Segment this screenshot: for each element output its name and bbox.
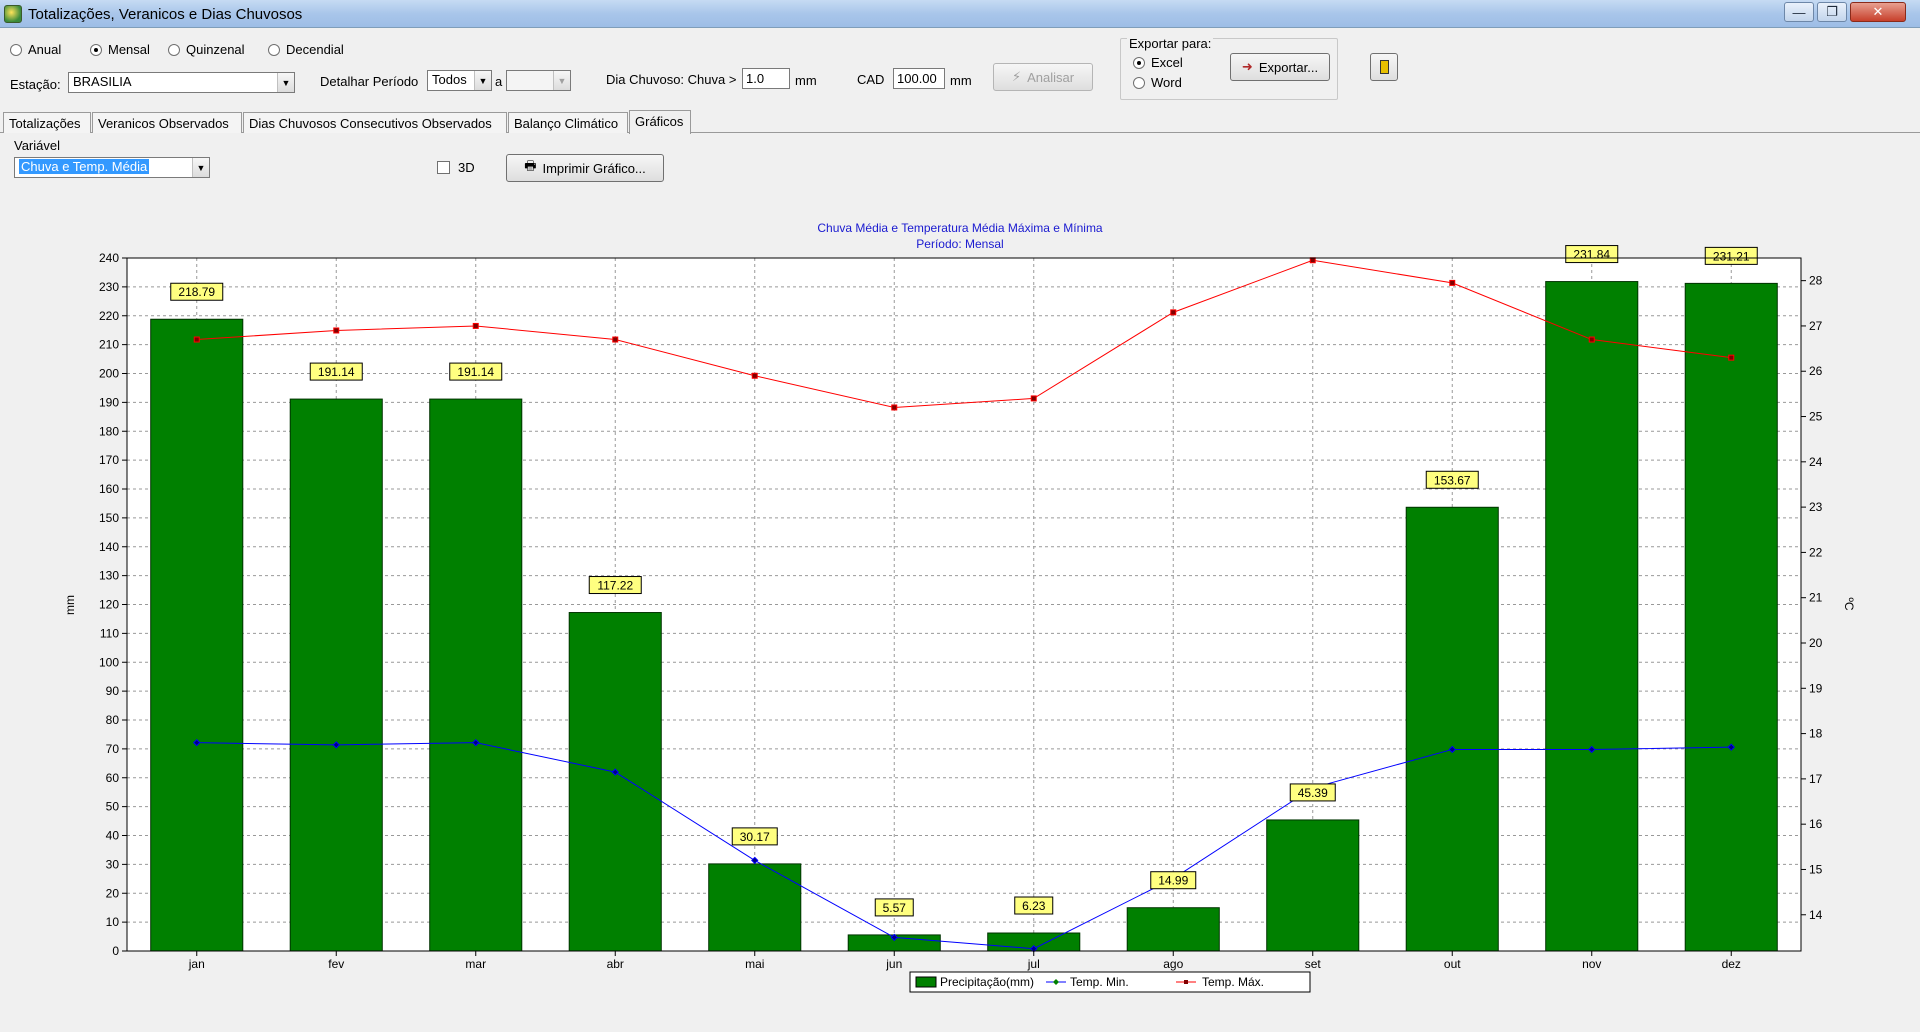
y-tick-label: 30 (106, 857, 120, 871)
bar-value-label: 30.17 (740, 830, 770, 844)
y-tick-label: 220 (99, 309, 119, 323)
bar-value-label: 218.79 (178, 285, 215, 299)
bar-value-label: 153.67 (1434, 473, 1471, 487)
x-tick-label: dez (1722, 957, 1741, 971)
y-tick-label: 130 (99, 569, 119, 583)
x-tick-label: fev (328, 957, 344, 971)
y-tick-label: 80 (106, 713, 120, 727)
y-tick-label: 170 (99, 453, 119, 467)
y-tick-label: 150 (99, 511, 119, 525)
y-tick-label: 20 (106, 886, 120, 900)
legend-swatch-bar (915, 976, 937, 988)
chart-subtitle: Período: Mensal (916, 237, 1003, 251)
bar (1405, 506, 1499, 952)
bar-value-label: 231.21 (1713, 249, 1750, 263)
bar (1126, 907, 1220, 952)
legend-label: Temp. Min. (1070, 975, 1129, 989)
temp-max-point (193, 336, 200, 343)
temp-max-point (1170, 309, 1177, 316)
bar (1684, 282, 1778, 952)
temp-max-point (1309, 257, 1316, 264)
y2-axis-label: ºC (1842, 597, 1856, 610)
bar (289, 398, 383, 952)
y-tick-label: 10 (106, 915, 120, 929)
bar-value-label: 117.22 (597, 579, 633, 593)
y2-tick-label: 28 (1809, 274, 1823, 288)
legend-marker (1184, 980, 1188, 984)
y-tick-label: 110 (100, 626, 119, 640)
y2-tick-label: 25 (1809, 410, 1823, 424)
x-tick-label: mai (745, 957, 764, 971)
y-tick-label: 240 (99, 251, 119, 265)
y2-tick-label: 26 (1809, 364, 1823, 378)
y2-tick-label: 14 (1809, 908, 1823, 922)
y2-tick-label: 19 (1809, 681, 1823, 695)
temp-max-point (1030, 395, 1037, 402)
bar-value-label: 45.39 (1298, 786, 1328, 800)
x-tick-label: set (1305, 957, 1322, 971)
y2-tick-label: 24 (1809, 455, 1823, 469)
y-tick-label: 100 (99, 655, 119, 669)
temp-max-point (1728, 354, 1735, 361)
x-tick-label: jan (188, 957, 205, 971)
y-tick-label: 140 (99, 540, 119, 554)
y2-tick-label: 22 (1809, 545, 1823, 559)
bar-value-label: 191.14 (457, 365, 494, 379)
y2-tick-label: 23 (1809, 500, 1823, 514)
y-tick-label: 120 (99, 598, 119, 612)
y2-tick-label: 20 (1809, 636, 1823, 650)
y-tick-label: 70 (106, 742, 120, 756)
bar-value-label: 191.14 (318, 365, 355, 379)
x-tick-label: nov (1582, 957, 1601, 971)
legend-label: Temp. Máx. (1202, 975, 1264, 989)
legend-label: Precipitação(mm) (940, 975, 1034, 989)
y-tick-label: 160 (99, 482, 119, 496)
chart: Chuva Média e Temperatura Média Máxima e… (63, 221, 1856, 993)
bar (1545, 281, 1639, 952)
y2-tick-label: 21 (1809, 591, 1823, 605)
y-tick-label: 50 (106, 800, 120, 814)
y-tick-label: 180 (99, 424, 119, 438)
temp-max-point (612, 336, 619, 343)
y2-tick-label: 27 (1809, 319, 1823, 333)
x-tick-label: mar (465, 957, 486, 971)
temp-max-point (891, 404, 898, 411)
temp-max-point (333, 327, 340, 334)
bar-value-label: 14.99 (1158, 874, 1188, 888)
bar-value-label: 231.84 (1573, 248, 1610, 262)
bar (708, 863, 802, 952)
temp-max-point (1588, 336, 1595, 343)
y2-tick-label: 15 (1809, 862, 1823, 876)
bar (150, 318, 244, 952)
y-tick-label: 200 (99, 367, 119, 381)
y-tick-label: 190 (99, 395, 119, 409)
x-tick-label: abr (607, 957, 624, 971)
bar-value-label: 6.23 (1022, 899, 1046, 913)
x-tick-label: ago (1163, 957, 1183, 971)
y2-tick-label: 17 (1809, 772, 1823, 786)
x-tick-label: jul (1027, 957, 1040, 971)
y-tick-label: 40 (106, 829, 120, 843)
bar (1266, 819, 1360, 952)
y2-tick-label: 16 (1809, 817, 1823, 831)
x-tick-label: jun (885, 957, 902, 971)
y-tick-label: 0 (112, 944, 119, 958)
bar (429, 398, 523, 952)
y-tick-label: 90 (106, 684, 120, 698)
y-tick-label: 60 (106, 771, 120, 785)
y-tick-label: 230 (99, 280, 119, 294)
y-axis-label: mm (63, 595, 77, 615)
chart-title: Chuva Média e Temperatura Média Máxima e… (817, 221, 1103, 235)
temp-max-point (472, 322, 479, 329)
temp-max-point (1449, 279, 1456, 286)
bar-value-label: 5.57 (883, 901, 907, 915)
y-tick-label: 210 (99, 338, 119, 352)
temp-max-point (751, 372, 758, 379)
y2-tick-label: 18 (1809, 727, 1823, 741)
bar (568, 612, 662, 952)
x-tick-label: out (1444, 957, 1461, 971)
